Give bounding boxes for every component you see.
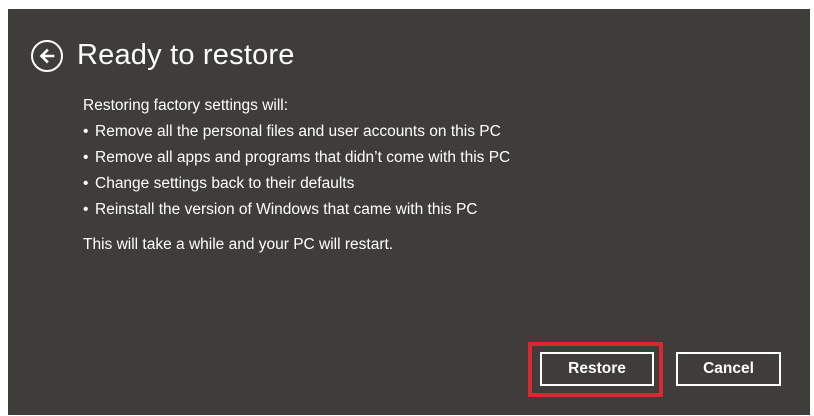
restore-button[interactable]: Restore xyxy=(540,352,654,386)
reset-pc-dialog: Ready to restore Restoring factory setti… xyxy=(8,9,810,415)
dialog-content: Restoring factory settings will: • Remove… xyxy=(83,93,510,258)
intro-text: Restoring factory settings will: xyxy=(83,97,289,114)
back-arrow-icon[interactable] xyxy=(31,39,63,72)
restart-note: This will take a while and your PC will … xyxy=(83,236,394,253)
dialog-header: Ready to restore xyxy=(31,39,295,72)
cancel-button[interactable]: Cancel xyxy=(676,352,781,386)
list-item: • Remove all the personal files and user … xyxy=(83,123,501,140)
list-item: • Change settings back to their defaults xyxy=(83,175,355,192)
consequence-list: • Remove all the personal files and user … xyxy=(83,119,510,223)
list-item: • Reinstall the version of Windows that c… xyxy=(83,201,478,218)
list-item: • Remove all apps and programs that didn’… xyxy=(83,149,511,166)
page-title: Ready to restore xyxy=(77,39,295,71)
